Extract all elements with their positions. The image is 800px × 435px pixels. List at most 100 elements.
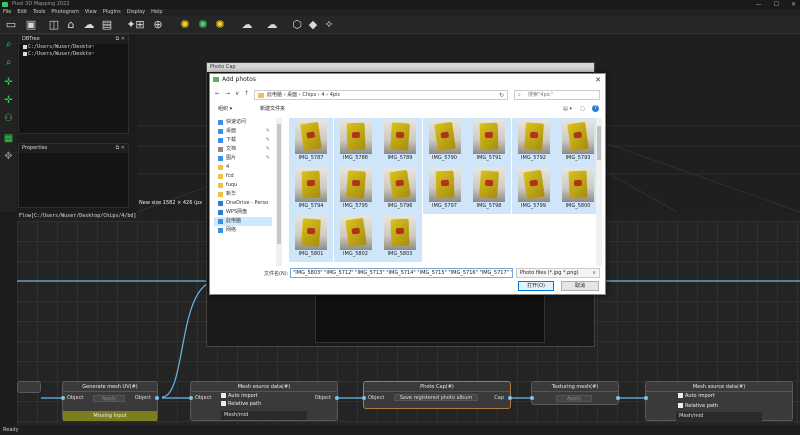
- mesh-path-field[interactable]: Mesh/mid: [221, 411, 307, 420]
- panel-float-icon[interactable]: ⧉ ✕: [116, 144, 125, 153]
- search-input[interactable]: ⌕ 搜索"4pic": [514, 90, 600, 100]
- node-photo-cap[interactable]: Photo Cap(#) Object Save registered phot…: [362, 381, 512, 409]
- apply-button[interactable]: Apply: [93, 395, 125, 402]
- input-port[interactable]: [530, 396, 534, 400]
- output-port[interactable]: [508, 396, 512, 400]
- menu-plugins[interactable]: PlugIns: [103, 9, 121, 16]
- gear-icon[interactable]: ✺: [196, 18, 210, 32]
- node-generate-mesh-uv[interactable]: Generate mesh UV(#) Object Apply Object …: [61, 381, 159, 421]
- panel-float-icon[interactable]: ⧉ ✕: [116, 35, 125, 44]
- nav-item[interactable]: fuqu: [214, 181, 272, 190]
- file-thumbnail[interactable]: IMG_5794: [289, 166, 333, 214]
- dialog-close-button[interactable]: ✕: [595, 74, 601, 86]
- input-port[interactable]: [189, 396, 193, 400]
- auto-import-checkbox[interactable]: Auto import: [678, 393, 715, 399]
- cancel-button[interactable]: 取消: [561, 281, 599, 291]
- input-port[interactable]: [362, 396, 366, 400]
- file-thumbnail[interactable]: IMG_5801: [289, 214, 333, 262]
- file-thumbnail[interactable]: IMG_5792: [511, 118, 556, 166]
- new-folder-button[interactable]: 新建文件夹: [260, 104, 285, 114]
- zoom-fit-icon[interactable]: ⌕: [2, 56, 15, 69]
- nav-item[interactable]: 文档 ✎: [214, 145, 272, 154]
- auto-import-checkbox[interactable]: Auto import: [221, 393, 258, 399]
- axis-icon[interactable]: ✛: [2, 94, 15, 107]
- nav-item[interactable]: 此电脑: [214, 217, 272, 226]
- preview-pane-icon[interactable]: ▢: [580, 104, 585, 114]
- nav-item[interactable]: 下载 ✎: [214, 136, 272, 145]
- relative-path-checkbox[interactable]: Relative path: [221, 401, 261, 407]
- target-icon[interactable]: ⊕: [151, 18, 165, 32]
- save-icon[interactable]: ▣: [24, 18, 38, 32]
- input-port[interactable]: [61, 396, 65, 400]
- tree-checkbox[interactable]: [23, 52, 27, 56]
- apply-button[interactable]: Apply: [556, 395, 592, 402]
- forward-button[interactable]: →: [225, 90, 230, 97]
- minimize-button[interactable]: —: [756, 0, 762, 9]
- menu-tools[interactable]: Tools: [33, 9, 45, 16]
- file-thumbnail[interactable]: IMG_5795: [333, 166, 378, 214]
- file-thumbnail[interactable]: IMG_5788: [333, 118, 378, 166]
- mesh-path-field[interactable]: Mesh/mid: [676, 412, 762, 421]
- file-thumbnail[interactable]: IMG_5802: [333, 214, 378, 262]
- address-bar[interactable]: 此电脑 › 桌面 › Chips › 4 › 4pic ↻: [254, 90, 508, 100]
- output-port[interactable]: [616, 396, 620, 400]
- cloud-icon[interactable]: ☁: [82, 18, 96, 32]
- file-thumbnail[interactable]: IMG_5800: [556, 166, 600, 214]
- organize-button[interactable]: 组织 ▾: [218, 104, 232, 114]
- file-thumbnail[interactable]: IMG_5797: [422, 166, 467, 214]
- nav-item[interactable]: WPS网盘: [214, 208, 272, 217]
- file-thumbnail[interactable]: IMG_5791: [467, 118, 511, 166]
- file-thumbnail[interactable]: IMG_5789: [378, 118, 422, 166]
- cloud-icon[interactable]: ☁: [265, 18, 279, 32]
- folder-icon[interactable]: ⌂: [64, 18, 78, 32]
- cloud-icon[interactable]: ☁: [240, 18, 254, 32]
- file-thumbnail[interactable]: IMG_5803: [378, 214, 422, 262]
- file-thumbnail[interactable]: IMG_5793: [556, 118, 600, 166]
- menu-file[interactable]: File: [3, 9, 11, 16]
- nav-item[interactable]: 桌面 ✎: [214, 127, 272, 136]
- relative-path-checkbox[interactable]: Relative path: [678, 403, 718, 409]
- file-scrollbar[interactable]: [596, 118, 602, 266]
- zoom-icon[interactable]: ⌕: [2, 38, 15, 51]
- file-thumbnail[interactable]: IMG_5796: [378, 166, 422, 214]
- help-icon[interactable]: ?: [592, 105, 599, 112]
- up-button[interactable]: ↑: [244, 90, 249, 97]
- nav-item[interactable]: OneDrive - Perso: [214, 199, 272, 208]
- recent-dropdown-button[interactable]: ∨: [235, 90, 239, 97]
- node-icon[interactable]: ◆: [306, 18, 320, 32]
- menu-view[interactable]: View: [85, 9, 97, 16]
- navigation-scrollbar[interactable]: [276, 118, 282, 266]
- nav-item[interactable]: 网络: [214, 226, 272, 235]
- pan-icon[interactable]: ✥: [2, 150, 15, 163]
- menu-display[interactable]: Display: [127, 9, 145, 16]
- tree-checkbox[interactable]: [23, 45, 27, 49]
- save-photo-album-button[interactable]: Save registered photo album: [394, 394, 478, 401]
- node-texturing-mesh[interactable]: Texturing mesh(#) Apply: [530, 381, 620, 405]
- view-options-icon[interactable]: ▤ ▾: [563, 104, 572, 114]
- node-mesh-source-data[interactable]: Mesh source data(#) Object Auto import R…: [189, 381, 339, 421]
- output-port[interactable]: [155, 396, 159, 400]
- nav-item[interactable]: 4: [214, 163, 272, 172]
- menu-photogram[interactable]: Photogram: [51, 9, 78, 16]
- maximize-button[interactable]: ☐: [774, 0, 779, 9]
- nav-item[interactable]: 快速访问: [214, 118, 272, 127]
- flow-node-partial[interactable]: [17, 381, 41, 393]
- filename-input[interactable]: "IMG_5803" "IMG_5712" "IMG_5713" "IMG_57…: [290, 268, 513, 278]
- gear-icon[interactable]: ✺: [213, 18, 227, 32]
- nav-item[interactable]: 图片 ✎: [214, 154, 272, 163]
- grid-icon[interactable]: ▦: [2, 132, 15, 145]
- mesh-icon[interactable]: ✧: [322, 18, 336, 32]
- menu-help[interactable]: Help: [151, 9, 162, 16]
- open-button[interactable]: 打开(O): [518, 281, 554, 291]
- nodes-icon[interactable]: ⚇: [2, 112, 15, 125]
- node-mesh-source-data[interactable]: Mesh source data(#) Auto import Relative…: [644, 381, 793, 421]
- filetype-select[interactable]: Photo files (*.jpg *.png) ∨: [516, 268, 600, 278]
- tree-item[interactable]: C:/Users/Wuser/Deskto~: [19, 44, 128, 51]
- file-thumbnail[interactable]: IMG_5798: [467, 166, 511, 214]
- polygon-icon[interactable]: ⬡: [290, 18, 304, 32]
- file-thumbnail[interactable]: IMG_5799: [511, 166, 556, 214]
- move-icon[interactable]: ✛: [2, 76, 15, 89]
- file-thumbnail[interactable]: IMG_5790: [422, 118, 467, 166]
- back-button[interactable]: ←: [215, 90, 220, 97]
- open-icon[interactable]: ▭: [4, 18, 18, 32]
